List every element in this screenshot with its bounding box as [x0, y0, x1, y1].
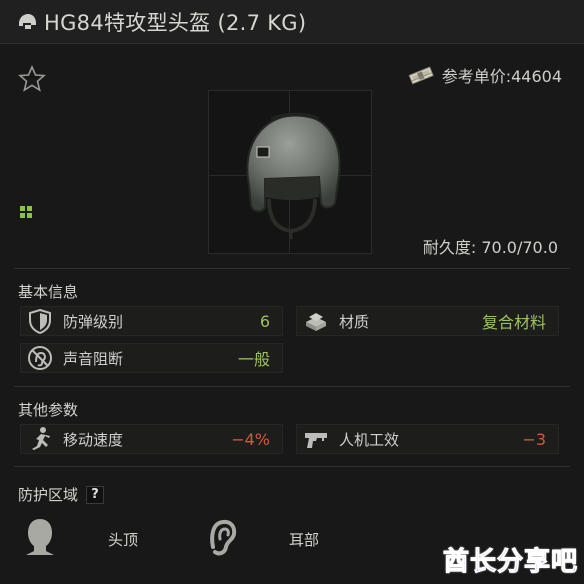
watermark-main: 酋长分享吧 — [442, 547, 578, 578]
head-top-icon — [26, 519, 54, 555]
watermark: 酋长分享吧 — [442, 541, 578, 578]
stat-value: 一般 — [237, 350, 270, 369]
stat-sound-block[interactable]: 声音阻断 一般 — [20, 343, 283, 373]
durability-text: 耐久度: 70.0/70.0 — [422, 238, 558, 257]
window-title: HG84特攻型头盔 (2.7 KG) — [44, 10, 307, 35]
ear-icon — [210, 519, 237, 556]
stat-value: −3 — [522, 429, 546, 449]
item-preview[interactable] — [208, 90, 372, 254]
stat-label: 防弹级别 — [63, 312, 124, 331]
divider — [14, 386, 570, 387]
stat-move-speed[interactable]: 移动速度 −4% — [20, 424, 283, 454]
stat-armor-class[interactable]: 防弹级别 6 — [20, 306, 283, 336]
basic-info-heading: 基本信息 — [18, 281, 78, 302]
price-text: 参考单价:44604 — [441, 67, 562, 86]
item-inspect-window: HG84特攻型头盔 (2.7 KG) 参考单价:44604 耐久度: 70.0/… — [0, 0, 584, 584]
divider — [14, 466, 570, 467]
zone-head-top: 头顶 — [22, 517, 172, 557]
help-icon[interactable]: ? — [86, 485, 105, 504]
helmet-icon — [19, 13, 36, 29]
running-man-icon — [25, 424, 55, 454]
title-bar[interactable]: HG84特攻型头盔 (2.7 KG) — [0, 0, 584, 44]
stat-label: 材质 — [339, 312, 370, 331]
stat-value: 6 — [259, 311, 270, 331]
zone-label: 头顶 — [108, 531, 139, 549]
protection-zone-heading: 防护区域 ? — [18, 484, 105, 505]
muted-ear-icon — [25, 343, 55, 373]
other-params-heading: 其他参数 — [18, 399, 78, 420]
stat-label: 移动速度 — [63, 430, 124, 449]
grid-size-icon — [20, 206, 32, 218]
other-params-heading-text: 其他参数 — [18, 401, 79, 419]
helmet-image — [246, 112, 341, 239]
stat-value: 复合材料 — [481, 313, 546, 332]
zone-label: 耳部 — [289, 531, 320, 549]
star-outline-icon[interactable] — [17, 64, 47, 94]
money-stack-icon — [408, 66, 434, 85]
shield-icon — [25, 306, 55, 336]
stat-value: −4% — [231, 429, 270, 449]
material-icon — [301, 306, 331, 336]
stat-ergonomics[interactable]: 人机工效 −3 — [296, 424, 559, 454]
divider — [14, 268, 570, 269]
stat-material[interactable]: 材质 复合材料 — [296, 306, 559, 336]
reference-price: 参考单价:44604 — [408, 64, 562, 86]
basic-info-heading-text: 基本信息 — [18, 283, 79, 301]
stat-label: 人机工效 — [339, 430, 400, 449]
zone-ears: 耳部 — [203, 517, 353, 557]
protection-zone-heading-text: 防护区域 — [18, 486, 79, 504]
stat-label: 声音阻断 — [63, 349, 124, 368]
pistol-icon — [301, 424, 331, 454]
